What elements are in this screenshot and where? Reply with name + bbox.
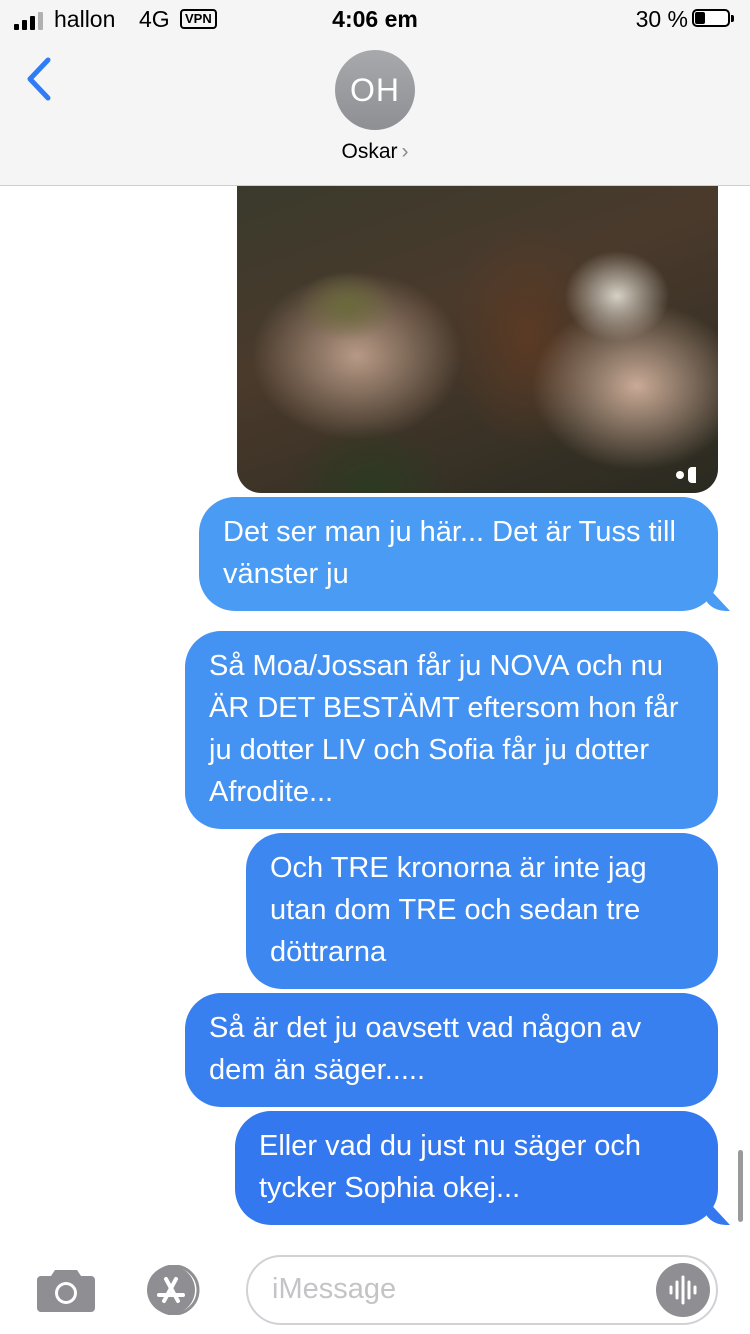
message-bubble[interactable]: Och TRE kronorna är inte jag utan dom TR… (246, 833, 718, 989)
status-bar: hallon 4G VPN 4:06 em 30 % (0, 0, 750, 40)
message-bubble[interactable]: Eller vad du just nu säger och tycker So… (235, 1111, 718, 1225)
battery-icon (692, 9, 736, 29)
contact-name: Oskar (341, 140, 398, 163)
message-input[interactable]: iMessage (246, 1255, 718, 1325)
contact-avatar[interactable]: OH (335, 50, 415, 130)
message-bubble[interactable]: Så är det ju oavsett vad någon av dem än… (185, 993, 718, 1107)
message-input-placeholder: iMessage (272, 1273, 397, 1305)
app-store-icon (147, 1264, 200, 1316)
audio-message-button[interactable] (656, 1263, 710, 1317)
chevron-right-icon: › (401, 140, 409, 163)
chevron-left-icon (27, 57, 51, 101)
camera-icon (37, 1270, 95, 1312)
app-store-button[interactable] (140, 1264, 212, 1316)
conversation-header: hallon 4G VPN 4:06 em 30 % OH Oskar › (0, 0, 750, 186)
contact-name-button[interactable]: Oskar › (0, 140, 750, 164)
battery-percentage: 30 % (635, 6, 688, 32)
back-button[interactable] (22, 54, 56, 104)
scrollbar[interactable] (738, 1150, 743, 1222)
message-bubble[interactable]: Det ser man ju här... Det är Tuss till v… (199, 497, 718, 611)
image-message[interactable] (237, 186, 718, 493)
camera-button[interactable] (35, 1266, 97, 1313)
live-photo-icon (676, 467, 704, 483)
audio-waveform-icon (669, 1275, 697, 1305)
message-bubble[interactable]: Så Moa/Jossan får ju NOVA och nu ÄR DET … (185, 631, 718, 829)
